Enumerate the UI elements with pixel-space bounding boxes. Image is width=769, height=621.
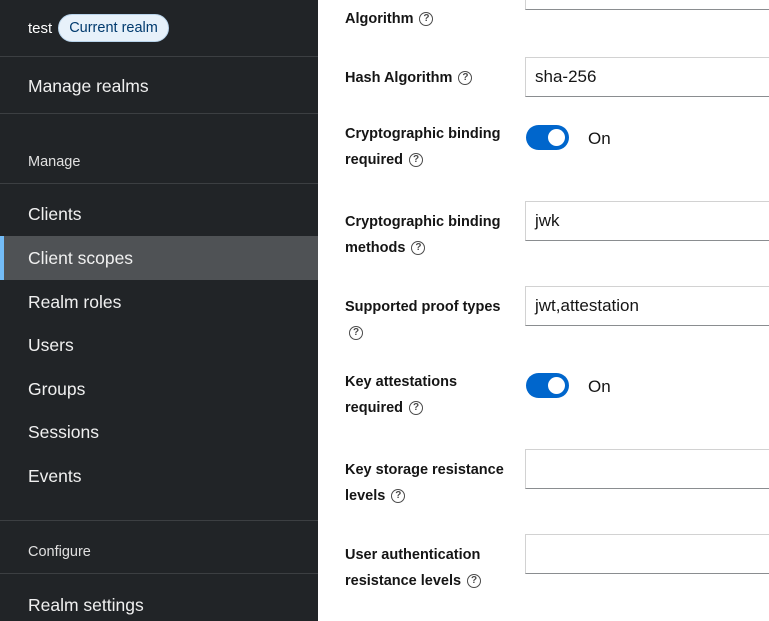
section-configure: Configure: [28, 544, 91, 560]
help-icon[interactable]: ?: [391, 489, 406, 504]
crypto-binding-methods-input[interactable]: jwk: [525, 201, 769, 241]
help-icon[interactable]: ?: [419, 12, 434, 27]
divider: [0, 573, 318, 574]
crypto-binding-required-state: On: [588, 129, 611, 148]
nav-users[interactable]: Users: [28, 335, 74, 356]
algorithm-label: Algorithm?: [345, 6, 434, 32]
nav-events[interactable]: Events: [28, 466, 82, 487]
help-icon[interactable]: ?: [409, 153, 424, 168]
crypto-binding-required-label: Cryptographic binding required?: [345, 126, 501, 168]
key-attestations-label: Key attestations required?: [345, 374, 458, 416]
key-attestations-state: On: [588, 377, 611, 396]
key-storage-input[interactable]: [525, 449, 769, 489]
proof-types-input[interactable]: jwt,attestation: [525, 286, 769, 326]
hash-algorithm-input[interactable]: sha-256: [525, 57, 769, 97]
nav-clients[interactable]: Clients: [28, 204, 82, 225]
sidebar: test Current realm Manage realms Manage …: [0, 0, 318, 621]
hash-algorithm-label: Hash Algorithm?: [345, 65, 473, 91]
help-icon[interactable]: ?: [409, 401, 424, 416]
key-storage-label: Key storage resistance levels?: [345, 462, 504, 504]
nav-manage-realms[interactable]: Manage realms: [28, 76, 149, 97]
divider: [0, 56, 318, 57]
realm-name: test: [28, 19, 53, 37]
help-icon[interactable]: ?: [349, 326, 363, 341]
help-icon[interactable]: ?: [458, 71, 473, 86]
realm-selector[interactable]: test Current realm: [28, 14, 169, 42]
nav-realm-settings[interactable]: Realm settings: [28, 595, 144, 616]
help-icon[interactable]: ?: [411, 241, 426, 256]
nav-realm-roles[interactable]: Realm roles: [28, 292, 121, 313]
help-icon[interactable]: ?: [467, 574, 482, 589]
current-realm-badge: Current realm: [58, 14, 169, 42]
divider: [0, 520, 318, 521]
nav-client-scopes[interactable]: Client scopes: [28, 248, 133, 269]
section-manage: Manage: [28, 154, 81, 170]
nav-groups[interactable]: Groups: [28, 379, 85, 400]
crypto-binding-required-toggle[interactable]: [526, 125, 569, 150]
divider: [0, 113, 318, 114]
crypto-binding-methods-label: Cryptographic binding methods?: [345, 214, 501, 256]
key-attestations-toggle[interactable]: [526, 373, 569, 398]
proof-types-label: Supported proof types ?: [345, 299, 501, 341]
nav-sessions[interactable]: Sessions: [28, 422, 99, 443]
algorithm-input[interactable]: [525, 0, 769, 10]
user-auth-input[interactable]: [525, 534, 769, 574]
user-auth-label: User authentication resistance levels?: [345, 547, 482, 589]
divider: [0, 183, 318, 184]
